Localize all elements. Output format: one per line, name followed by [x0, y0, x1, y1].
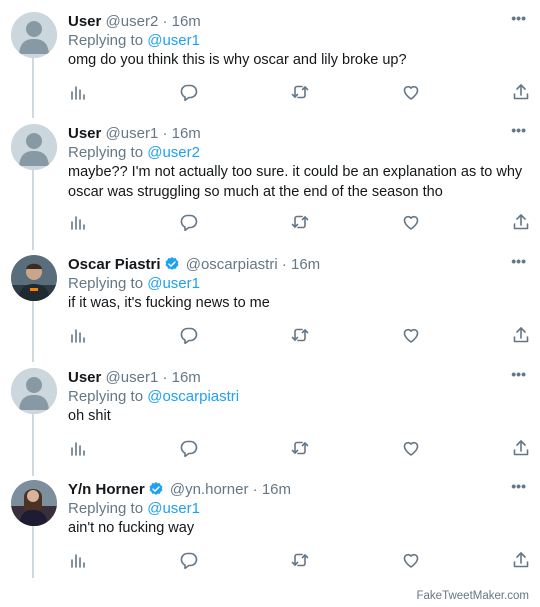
separator-dot: ·: [162, 125, 168, 142]
retweet-icon[interactable]: [290, 82, 310, 102]
tweet-text: omg do you think this is why oscar and l…: [68, 52, 407, 68]
separator-dot: ·: [281, 256, 287, 273]
mention-link[interactable]: @user1: [147, 275, 200, 292]
analytics-icon[interactable]: [68, 212, 88, 232]
tweet-actions: [68, 325, 530, 345]
tweet-header: Y/n Horner @yn.horner · 16m: [68, 480, 291, 500]
retweet-icon[interactable]: [290, 212, 310, 232]
separator-dot: ·: [252, 481, 258, 498]
timestamp[interactable]: 16m: [172, 125, 201, 142]
user-handle[interactable]: @user2: [106, 13, 159, 30]
mention-link[interactable]: @oscarpiastri: [147, 388, 239, 405]
replying-to: Replying to @user1: [68, 274, 200, 294]
avatar[interactable]: [11, 480, 57, 526]
tweet-actions: [68, 82, 530, 102]
share-icon[interactable]: [511, 550, 531, 570]
reply-icon[interactable]: [179, 325, 199, 345]
like-icon[interactable]: [401, 325, 421, 345]
timestamp[interactable]: 16m: [291, 256, 320, 273]
analytics-icon[interactable]: [68, 82, 88, 102]
replying-to-label: Replying to: [68, 144, 144, 161]
user-handle[interactable]: @user1: [106, 125, 159, 142]
thread-line: [32, 300, 34, 362]
timestamp[interactable]: 16m: [172, 13, 201, 30]
retweet-icon[interactable]: [290, 438, 310, 458]
display-name[interactable]: Oscar Piastri: [68, 256, 161, 273]
like-icon[interactable]: [401, 438, 421, 458]
watermark: FakeTweetMaker.com: [416, 590, 529, 602]
display-name[interactable]: User: [68, 13, 101, 30]
avatar[interactable]: [11, 12, 57, 58]
replying-to-label: Replying to: [68, 275, 144, 292]
more-options-icon[interactable]: •••: [511, 122, 526, 138]
thread-line: [32, 58, 34, 118]
replying-to: Replying to @user1: [68, 31, 200, 51]
tweet-header: User @user1 · 16m: [68, 368, 201, 388]
more-options-icon[interactable]: •••: [511, 366, 526, 382]
replying-to-label: Replying to: [68, 500, 144, 517]
thread-line: [32, 412, 34, 476]
display-name[interactable]: Y/n Horner: [68, 481, 145, 498]
tweet-text: ain't no fucking way: [68, 520, 195, 536]
share-icon[interactable]: [511, 82, 531, 102]
retweet-icon[interactable]: [290, 325, 310, 345]
like-icon[interactable]: [401, 550, 421, 570]
like-icon[interactable]: [401, 82, 421, 102]
reply-icon[interactable]: [179, 82, 199, 102]
share-icon[interactable]: [511, 438, 531, 458]
display-name[interactable]: User: [68, 369, 101, 386]
tweet-actions: [68, 212, 530, 232]
tweet-header: User @user2 · 16m: [68, 12, 201, 32]
replying-to: Replying to @user2: [68, 143, 200, 163]
user-handle[interactable]: @user1: [106, 369, 159, 386]
like-icon[interactable]: [401, 212, 421, 232]
display-name[interactable]: User: [68, 125, 101, 142]
timestamp[interactable]: 16m: [172, 369, 201, 386]
avatar[interactable]: [11, 255, 57, 301]
tweet-text: if it was, it's fucking news to me: [68, 295, 270, 311]
mention-link[interactable]: @user2: [147, 144, 200, 161]
separator-dot: ·: [162, 369, 168, 386]
tweet-actions: [68, 550, 530, 570]
replying-to-label: Replying to: [68, 388, 144, 405]
user-handle[interactable]: @yn.horner: [170, 481, 249, 498]
more-options-icon[interactable]: •••: [511, 478, 526, 494]
mention-link[interactable]: @user1: [147, 32, 200, 49]
retweet-icon[interactable]: [290, 550, 310, 570]
avatar[interactable]: [11, 368, 57, 414]
replying-to: Replying to @user1: [68, 499, 200, 519]
tweet-header: Oscar Piastri @oscarpiastri · 16m: [68, 255, 320, 275]
more-options-icon[interactable]: •••: [511, 253, 526, 269]
reply-icon[interactable]: [179, 438, 199, 458]
analytics-icon[interactable]: [68, 550, 88, 570]
reply-icon[interactable]: [179, 212, 199, 232]
thread-line: [32, 170, 34, 250]
timestamp[interactable]: 16m: [262, 481, 291, 498]
user-handle[interactable]: @oscarpiastri: [186, 256, 278, 273]
tweet-actions: [68, 438, 530, 458]
analytics-icon[interactable]: [68, 325, 88, 345]
more-options-icon[interactable]: •••: [511, 10, 526, 26]
analytics-icon[interactable]: [68, 438, 88, 458]
thread-line: [32, 526, 34, 578]
replying-to-label: Replying to: [68, 32, 144, 49]
separator-dot: ·: [162, 13, 168, 30]
mention-link[interactable]: @user1: [147, 500, 200, 517]
avatar[interactable]: [11, 124, 57, 170]
share-icon[interactable]: [511, 212, 531, 232]
tweet-text: maybe?? I'm not actually too sure. it co…: [68, 164, 523, 200]
tweet-text: oh shit: [68, 408, 111, 424]
tweet-header: User @user1 · 16m: [68, 124, 201, 144]
share-icon[interactable]: [511, 325, 531, 345]
reply-icon[interactable]: [179, 550, 199, 570]
replying-to: Replying to @oscarpiastri: [68, 387, 239, 407]
